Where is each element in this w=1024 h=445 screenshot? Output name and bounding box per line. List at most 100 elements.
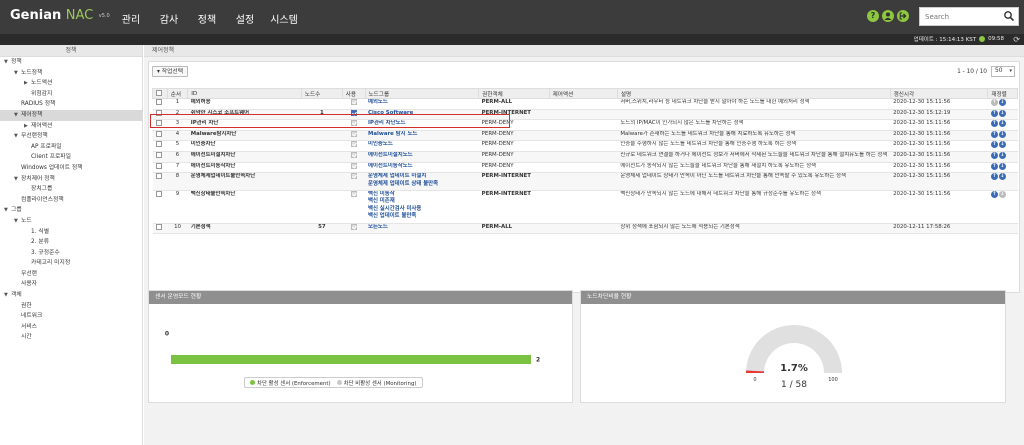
node-count[interactable] <box>301 190 343 224</box>
sidebar-item[interactable]: 2. 분류 <box>0 237 142 248</box>
sidebar-item[interactable]: ▼ 장치제어 정책 <box>0 174 142 185</box>
node-count[interactable] <box>301 151 343 163</box>
policy-id-link[interactable]: IP관리 차단 <box>187 119 302 131</box>
sidebar-item[interactable]: Windows 업데이트 정책 <box>0 163 142 174</box>
column-header[interactable]: 제어액션 <box>548 88 618 99</box>
sidebar-item[interactable]: 장치그룹 <box>0 184 142 195</box>
enabled-checkbox[interactable] <box>350 190 357 197</box>
sidebar-item[interactable]: 시간 <box>0 332 142 343</box>
column-header[interactable]: 설명 <box>616 88 891 99</box>
chevron-down-icon[interactable]: ▼ <box>14 110 21 121</box>
node-group-link[interactable]: 모든노드 <box>368 224 476 231</box>
chevron-down-icon[interactable]: ▼ <box>14 174 21 185</box>
sidebar-item[interactable]: ▼ 무선랜정책 <box>0 131 142 142</box>
column-header[interactable]: 권한객체 <box>478 88 550 99</box>
move-up-icon[interactable]: ↑ <box>990 162 998 170</box>
column-header[interactable]: 갱신시각 <box>889 88 989 99</box>
move-down-icon[interactable]: ↓ <box>998 151 1006 159</box>
legend-item-monitoring[interactable]: 차단 비활성 센서 (Monitoring) <box>336 379 417 387</box>
move-down-icon[interactable]: ↓ <box>998 141 1006 149</box>
search-icon[interactable] <box>1003 10 1015 22</box>
node-group-link[interactable]: 미인증노드 <box>368 141 476 148</box>
node-group-link[interactable]: Cisco Software <box>368 110 476 117</box>
legend-item-enforcement[interactable]: 차단 활성 센서 (Enforcement) <box>250 379 331 387</box>
sidebar-item[interactable]: ▼ 노드 <box>0 216 142 227</box>
chevron-down-icon[interactable]: ▼ <box>4 290 11 301</box>
table-row[interactable]: 3 IP관리 차단 IP관리 차단노드 PERM-DENY 노드의 IP/MAC이 인가… <box>152 119 1018 131</box>
enabled-checkbox[interactable] <box>350 173 357 180</box>
sidebar-item[interactable]: Client 프로파일 <box>0 152 142 163</box>
column-header[interactable]: 순서 <box>166 88 189 99</box>
task-select-button[interactable]: ▾ 작업선택 <box>152 66 189 77</box>
move-up-icon[interactable]: ↑ <box>990 173 998 181</box>
sidebar-item[interactable]: ▼ 제어정책 <box>0 109 142 121</box>
move-up-icon[interactable]: ↑ <box>990 141 998 149</box>
chevron-down-icon[interactable]: ▼ <box>14 216 21 227</box>
table-row[interactable]: 2 취약한 시스코 소프트웨어 1 Cisco Software PERM-INTERN… <box>152 109 1018 121</box>
node-group-link[interactable]: 운영체제 업데이트 상태 불만족 <box>368 181 476 188</box>
row-checkbox[interactable] <box>155 162 162 169</box>
move-down-icon[interactable]: ↓ <box>998 162 1006 170</box>
node-count[interactable] <box>301 130 343 142</box>
logout-icon[interactable] <box>897 10 909 22</box>
column-header[interactable]: 재정렬 <box>987 88 1018 99</box>
enabled-checkbox[interactable] <box>350 109 357 116</box>
table-row[interactable]: 10 기본정책 57 모든노드 PERM-ALL 상위 정책에 포함되지 않는 노드에 적… <box>152 223 1018 235</box>
row-checkbox[interactable] <box>155 99 162 105</box>
sidebar-item[interactable]: ▶ 노드액션 <box>0 78 142 89</box>
sidebar-item[interactable]: 사용자 <box>0 279 142 290</box>
help-icon[interactable]: ? <box>867 10 879 22</box>
policy-id-link[interactable]: 에이전트미동작차단 <box>187 162 302 174</box>
sidebar-item[interactable]: 네트워크 <box>0 311 142 322</box>
node-count[interactable]: 1 <box>301 109 343 121</box>
node-group-link[interactable]: 백신 업데이트 불만족 <box>368 213 476 220</box>
sidebar-item[interactable]: 서비스 <box>0 322 142 333</box>
brand-logo[interactable]: Genian NAC v5.0 <box>10 8 110 23</box>
enabled-checkbox[interactable] <box>350 162 357 169</box>
sidebar-item[interactable]: 3. 규정준수 <box>0 248 142 259</box>
sidebar-item[interactable]: 1. 식별 <box>0 227 142 238</box>
table-row[interactable]: 5 미인증차단 미인증노드 PERM-DENY 인증을 수행하지 않는 노드를 네트워크… <box>152 140 1018 152</box>
sidebar-item[interactable]: ▼ 객체 <box>0 290 142 301</box>
column-header[interactable]: 노드수 <box>300 88 343 99</box>
menu-item-settings[interactable]: 설정 <box>226 11 264 26</box>
move-up-icon[interactable]: ↑ <box>990 120 998 128</box>
move-up-icon[interactable]: ↑ <box>990 130 998 138</box>
sidebar-item[interactable]: 컴플라이언스정책 <box>0 195 142 206</box>
node-group-link[interactable]: IP관리 차단노드 <box>368 120 476 127</box>
node-group-link[interactable]: 에이전트미설치노드 <box>368 152 476 159</box>
page-size-select[interactable]: 50 <box>991 66 1015 77</box>
sidebar-item[interactable]: 카테고리 미지정 <box>0 258 142 269</box>
node-group-link[interactable]: 운영체제 업데이트 미설치 <box>368 173 476 180</box>
sidebar-item[interactable]: 무선랜 <box>0 269 142 280</box>
column-header[interactable]: ID <box>187 88 302 99</box>
node-group-link[interactable]: 백신 미존재 <box>368 198 476 205</box>
move-up-icon[interactable]: ↑ <box>990 109 998 117</box>
menu-item-manage[interactable]: 관리 <box>112 11 150 26</box>
policy-id-link[interactable]: 예외허용 <box>187 98 302 110</box>
row-checkbox[interactable] <box>155 130 162 137</box>
chevron-down-icon[interactable]: ▼ <box>4 205 11 216</box>
sidebar-item[interactable]: ▼ 정책 <box>0 57 142 68</box>
row-checkbox[interactable] <box>155 141 162 148</box>
node-count[interactable] <box>301 119 343 131</box>
node-group-link[interactable]: 예외노드 <box>368 99 476 106</box>
policy-id-link[interactable]: 운영체제업데이트불만족차단 <box>187 172 302 191</box>
column-header[interactable] <box>152 88 168 99</box>
row-checkbox[interactable] <box>155 151 162 158</box>
move-down-icon[interactable]: ↓ <box>998 130 1006 138</box>
sidebar-item[interactable]: 위험감지 <box>0 89 142 100</box>
policy-id-link[interactable]: 미인증차단 <box>187 140 302 152</box>
column-header[interactable]: 사용 <box>341 88 366 99</box>
row-checkbox[interactable] <box>155 109 162 116</box>
row-checkbox[interactable] <box>155 223 162 230</box>
move-up-icon[interactable]: ↑ <box>990 190 998 198</box>
table-row[interactable]: 4 Malware탐지차단 Malware 탐지 노드 PERM-DENY Malwar… <box>152 130 1018 142</box>
row-checkbox[interactable] <box>155 190 162 197</box>
node-count[interactable] <box>301 98 343 110</box>
menu-item-policy[interactable]: 정책 <box>188 11 226 26</box>
sidebar-item[interactable]: ▼ 노드정책 <box>0 68 142 79</box>
move-down-icon[interactable]: ↓ <box>998 99 1006 106</box>
policy-id-link[interactable]: 백신상태불만족차단 <box>187 190 302 224</box>
row-checkbox[interactable] <box>155 120 162 127</box>
